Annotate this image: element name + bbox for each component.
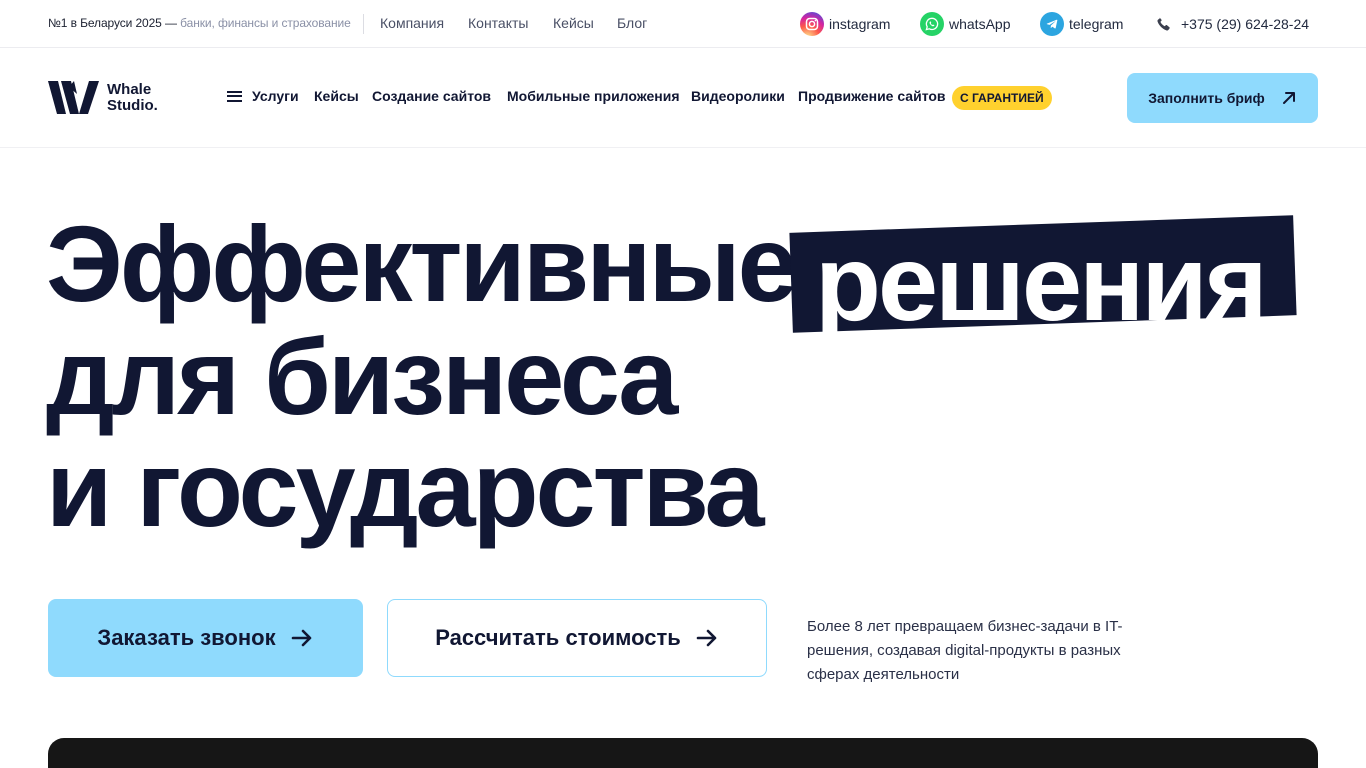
- nav-videos[interactable]: Видеоролики: [691, 88, 785, 104]
- whatsapp-icon: [920, 12, 944, 36]
- logo[interactable]: Whale Studio.: [48, 81, 158, 114]
- whale-logo-icon: [48, 81, 99, 114]
- topbar-divider: [363, 14, 364, 34]
- nav-cases[interactable]: Кейсы: [314, 88, 359, 104]
- order-call-button[interactable]: Заказать звонок: [48, 599, 363, 677]
- hero-description: Более 8 лет превращаем бизнес-задачи в I…: [807, 618, 1123, 683]
- nav-services-label: Услуги: [252, 88, 299, 104]
- topnav-company-link[interactable]: Компания: [380, 15, 444, 31]
- topnav-contacts-link[interactable]: Контакты: [468, 15, 528, 31]
- arrow-right-icon: [290, 626, 314, 650]
- rank-tagline: №1 в Беларуси 2025 — банки, финансы и ст…: [48, 16, 351, 30]
- instagram-icon: [800, 12, 824, 36]
- topnav-blog-link[interactable]: Блог: [617, 15, 647, 31]
- nav-mobile-apps[interactable]: Мобильные приложения: [507, 88, 680, 104]
- phone-link[interactable]: +375 (29) 624-28-24: [1156, 12, 1309, 36]
- telegram-label: telegram: [1069, 16, 1124, 32]
- rank-label: №1 в Беларуси 2025 —: [48, 16, 177, 30]
- dark-showcase-panel: [48, 738, 1318, 768]
- guarantee-badge: С ГАРАНТИЕЙ: [952, 86, 1052, 110]
- calculate-cost-label: Рассчитать стоимость: [435, 625, 681, 650]
- instagram-label: instagram: [829, 16, 891, 32]
- logo-text: Whale Studio.: [107, 80, 158, 114]
- topnav-cases-link[interactable]: Кейсы: [553, 15, 594, 31]
- nav-seo-promotion[interactable]: Продвижение сайтов: [798, 88, 946, 104]
- instagram-link[interactable]: instagram: [800, 12, 890, 36]
- rank-category: банки, финансы и страхование: [180, 16, 351, 30]
- fill-brief-button[interactable]: Заполнить бриф: [1127, 73, 1318, 123]
- whatsapp-link[interactable]: whatsApp: [920, 12, 1010, 36]
- arrow-up-right-icon: [1281, 90, 1297, 106]
- calculate-cost-button[interactable]: Рассчитать стоимость: [387, 599, 767, 677]
- nav-services[interactable]: Услуги: [227, 88, 299, 104]
- hero-title-line-3: и государства: [46, 428, 765, 549]
- fill-brief-label: Заполнить бриф: [1148, 90, 1265, 106]
- hamburger-menu-icon: [227, 90, 242, 102]
- telegram-icon: [1040, 12, 1064, 36]
- hero-title-line-1: Эффективные: [46, 203, 798, 324]
- hero-title-highlight: решения: [815, 222, 1268, 343]
- whatsapp-label: whatsApp: [949, 16, 1011, 32]
- phone-icon: [1156, 16, 1172, 32]
- order-call-label: Заказать звонок: [97, 625, 276, 650]
- main-header: Whale Studio. Услуги Кейсы Создание сайт…: [0, 48, 1366, 148]
- hero-title-line-2: для бизнеса: [46, 316, 678, 437]
- arrow-right-icon: [695, 626, 719, 650]
- nav-website-development[interactable]: Создание сайтов: [372, 88, 491, 104]
- telegram-link[interactable]: telegram: [1040, 12, 1123, 36]
- phone-number: +375 (29) 624-28-24: [1181, 16, 1310, 32]
- top-bar: №1 в Беларуси 2025 — банки, финансы и ст…: [0, 0, 1366, 48]
